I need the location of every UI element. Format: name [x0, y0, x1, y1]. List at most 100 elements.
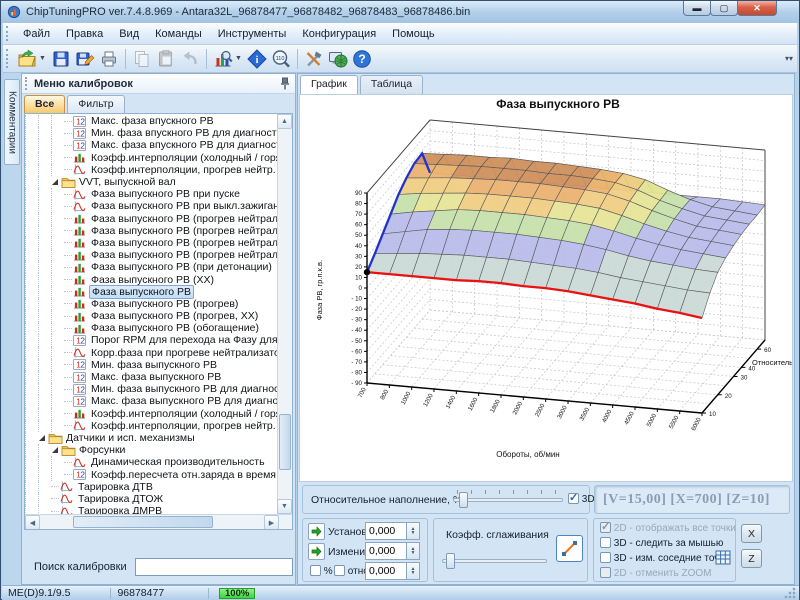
tree-item[interactable]: Коэфф.интерполяции (холодный / горячий )	[25, 152, 277, 164]
tree-item[interactable]: Тарировка ДТОЖ	[25, 493, 277, 505]
tree-item[interactable]: 12Порог RPM для перехода на Фазу для реж…	[25, 334, 277, 346]
change-value-spinner[interactable]: ▲▼	[365, 542, 420, 560]
save-icon	[51, 49, 71, 69]
title-bar[interactable]: ChipTuningPRO ver.7.4.8.969 - Antara32L_…	[1, 1, 799, 23]
tab-table[interactable]: Таблица	[360, 75, 423, 94]
expander-icon[interactable]	[38, 434, 48, 442]
pin-icon[interactable]	[280, 77, 290, 90]
checkbox-2d-cancel-zoom[interactable]: 2D - отменить ZOOM	[600, 567, 711, 579]
save-button[interactable]	[49, 47, 73, 71]
tree-item[interactable]: Фаза выпускного РВ (прогрев нейтрал., ХХ…	[25, 237, 277, 249]
tree-item[interactable]: 12Макс. фаза выпускного РВ	[25, 371, 277, 383]
expander-icon[interactable]	[51, 178, 61, 186]
tree-item[interactable]: Фаза выпускного РВ (прогрев, ХХ)	[25, 310, 277, 322]
svg-text:Обороты, об/мин: Обороты, об/мин	[496, 450, 559, 459]
tree-item[interactable]: Коэфф.интерполяции, прогрев нейтр. (холо…	[25, 420, 277, 432]
print-button[interactable]	[97, 47, 121, 71]
tree-item[interactable]: Корр.фаза при прогреве нейтрализатора	[25, 347, 277, 359]
tree-item[interactable]: Фаза выпускного РВ при выкл.зажигания	[25, 200, 277, 212]
resize-grip[interactable]	[784, 587, 796, 599]
surface-chart[interactable]: - 90- 80- 70- 60- 50- 40- 30- 20- 100102…	[299, 94, 793, 482]
tree-item[interactable]: Фаза выпускного РВ (прогрев)	[25, 298, 277, 310]
scroll-up-icon[interactable]: ▲	[277, 114, 292, 129]
z-axis-button[interactable]: Z	[741, 549, 762, 568]
tree-horizontal-scrollbar[interactable]: ◀ ▶	[25, 514, 293, 529]
green-arrow-icon	[311, 546, 322, 557]
relative-value-spinner[interactable]: ▲▼	[365, 562, 420, 580]
tree-folder[interactable]: Датчики и исп. механизмы	[25, 432, 277, 444]
tree-item[interactable]: 12Макс. фаза впускного РВ	[25, 115, 277, 127]
menu-file[interactable]: Файл	[15, 25, 58, 43]
set-apply-button[interactable]	[308, 523, 325, 540]
toolbar-overflow-icon[interactable]: ▾▾	[785, 54, 793, 63]
paste-button[interactable]	[154, 47, 178, 71]
change-apply-button[interactable]	[308, 543, 325, 560]
tree-item-label: Фаза выпускного РВ (обогащение)	[89, 322, 261, 334]
close-button[interactable]: ✕	[737, 1, 777, 16]
maximize-button[interactable]: ▢	[710, 1, 738, 16]
scroll-right-icon[interactable]: ▶	[264, 515, 279, 530]
open-button[interactable]	[15, 47, 39, 71]
tree-item[interactable]: Фаза выпускного РВ (прогрев нейтрал., ХХ…	[25, 249, 277, 261]
info-button[interactable]: i	[245, 47, 269, 71]
tree-item[interactable]: Фаза выпускного РВ (обогащение)	[25, 322, 277, 334]
scroll-down-icon[interactable]: ▼	[277, 499, 292, 514]
set-value-spinner[interactable]: ▲▼	[365, 522, 420, 540]
tree-item[interactable]: Динамическая производительность	[25, 456, 277, 468]
tree-item[interactable]: Фаза выпускного РВ (прогрев нейтрализато…	[25, 213, 277, 225]
menu-configuration[interactable]: Конфигурация	[294, 25, 384, 43]
tree-item[interactable]: 12Макс. фаза выпускного РВ для диагности…	[25, 395, 277, 407]
comments-tab[interactable]: Комментарии	[4, 79, 20, 165]
smoothing-slider[interactable]	[442, 551, 547, 571]
zoom-110-button[interactable]: 110	[269, 47, 293, 71]
checkbox-percent[interactable]: %	[310, 565, 333, 577]
menu-commands[interactable]: Команды	[147, 25, 210, 43]
menu-edit[interactable]: Правка	[58, 25, 111, 43]
tree-item[interactable]: 12Мин. фаза впускного РВ для диагностики	[25, 127, 277, 139]
fill-slider[interactable]	[453, 490, 563, 510]
checkbox-3d-follow-mouse[interactable]: 3D - следить за мышью	[600, 537, 723, 549]
tree-folder[interactable]: Форсунки	[25, 444, 277, 456]
tree-item[interactable]: Фаза выпускного РВ (ХХ)	[25, 273, 277, 285]
edit-line-button[interactable]	[556, 535, 583, 562]
chart-find-button[interactable]	[211, 47, 235, 71]
menu-help[interactable]: Помощь	[384, 25, 443, 43]
tree-item[interactable]: 12Макс. фаза впускного РВ для диагностик…	[25, 139, 277, 151]
undo-button[interactable]	[178, 47, 202, 71]
save-edit-button[interactable]	[73, 47, 97, 71]
tab-filter[interactable]: Фильтр	[67, 95, 124, 113]
tree-item[interactable]: Фаза выпускного РВ	[25, 286, 277, 298]
scroll-left-icon[interactable]: ◀	[25, 515, 40, 530]
tab-all[interactable]: Все	[24, 95, 65, 113]
tools-button[interactable]	[302, 47, 326, 71]
tree-item[interactable]: Коэфф.интерполяции, прогрев нейтр. (холо…	[25, 164, 277, 176]
expander-icon[interactable]	[51, 446, 61, 454]
tree-vertical-scrollbar[interactable]: ▲ ▼	[277, 114, 292, 514]
help-button[interactable]: ?	[350, 47, 374, 71]
tree-item[interactable]: 12Мин. фаза выпускного РВ для диагностик…	[25, 383, 277, 395]
tree-item[interactable]: Коэфф.интерполяции (холодный / горячий )	[25, 408, 277, 420]
tree-item[interactable]: Фаза выпускного РВ (при детонации)	[25, 261, 277, 273]
menu-view[interactable]: Вид	[111, 25, 147, 43]
calibration-search-input[interactable]	[135, 558, 293, 576]
tab-graph[interactable]: График	[300, 75, 358, 94]
online-button[interactable]	[326, 47, 350, 71]
tree-item[interactable]: 12Коэфф.пересчета отн.заряда в время впр…	[25, 468, 277, 480]
menu-tools[interactable]: Инструменты	[210, 25, 295, 43]
minimize-button[interactable]: ▬	[683, 1, 711, 16]
checkbox-3d[interactable]: 3D	[568, 493, 595, 505]
tree-folder[interactable]: VVT, выпускной вал	[25, 176, 277, 188]
x-axis-button[interactable]: X	[741, 524, 762, 543]
tree-item[interactable]: Тарировка ДТВ	[25, 481, 277, 493]
open-dropdown-icon[interactable]: ▼	[39, 55, 46, 62]
copy-button[interactable]	[130, 47, 154, 71]
tree-item[interactable]: Фаза выпускного РВ (прогрев нейтрал., хо…	[25, 225, 277, 237]
tree-item[interactable]: Фаза выпускного РВ при пуске	[25, 188, 277, 200]
chart-find-dropdown-icon[interactable]: ▼	[235, 55, 242, 62]
tree-item[interactable]: 12Мин. фаза выпускного РВ	[25, 359, 277, 371]
checkbox-3d-edit-neighbors[interactable]: 3D - изм. соседние точки	[600, 552, 729, 564]
svg-text:5500: 5500	[668, 414, 681, 430]
checkbox-2d-all-points[interactable]: 2D - отображать все точки	[600, 522, 736, 534]
svg-text:30: 30	[355, 253, 362, 260]
grid-icon[interactable]	[715, 550, 731, 565]
